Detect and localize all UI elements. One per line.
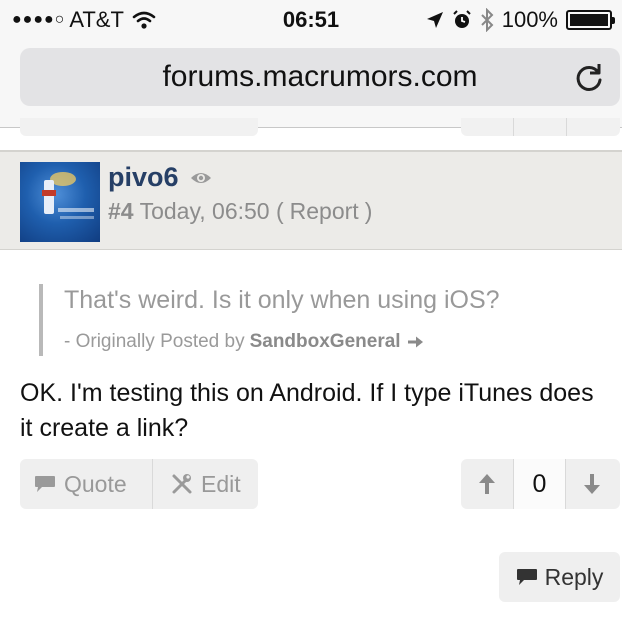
post-number[interactable]: #4 bbox=[108, 198, 134, 224]
speech-bubble-icon bbox=[35, 476, 55, 492]
eye-icon[interactable] bbox=[190, 170, 212, 186]
arrow-right-icon[interactable] bbox=[407, 335, 425, 349]
status-right: 100% bbox=[418, 6, 615, 34]
username[interactable]: pivo6 bbox=[108, 162, 179, 193]
edit-button-label[interactable]: Edit bbox=[201, 471, 241, 498]
post-header: pivo6 #4 Today, 06:50 (Report) bbox=[0, 150, 622, 250]
previous-post-action-buttons bbox=[20, 118, 258, 136]
quote-attribution: - Originally Posted by SandboxGeneral bbox=[64, 331, 425, 353]
battery-percent: 100% bbox=[501, 7, 558, 32]
vote-up-button[interactable] bbox=[461, 459, 513, 509]
quote-button-label[interactable]: Quote bbox=[64, 471, 127, 498]
location-arrow-icon bbox=[426, 12, 443, 28]
url-text[interactable]: forums.macrumors.com bbox=[20, 48, 620, 106]
battery-icon bbox=[566, 10, 615, 30]
bluetooth-icon bbox=[481, 8, 494, 32]
edit-button[interactable]: Edit bbox=[153, 459, 241, 509]
quote-text: That's weird. Is it only when using iOS? bbox=[64, 286, 500, 314]
previous-post-vote-buttons bbox=[461, 118, 620, 136]
arrow-up-icon bbox=[479, 474, 495, 494]
status-bar: ●●●●○ AT&T 06:51 100% bbox=[0, 0, 622, 40]
vote-controls: 0 bbox=[461, 459, 620, 509]
alarm-icon bbox=[453, 10, 471, 28]
vote-down-button[interactable] bbox=[566, 459, 618, 509]
post-meta: #4 Today, 06:50 (Report) bbox=[108, 198, 372, 225]
report-link[interactable]: Report bbox=[284, 198, 365, 224]
reply-button-label[interactable]: Reply bbox=[545, 564, 604, 591]
quote-button[interactable]: Quote bbox=[20, 459, 153, 509]
report-open-paren: ( bbox=[275, 198, 284, 224]
browser-toolbar: forums.macrumors.com bbox=[0, 40, 622, 128]
speech-bubble-icon bbox=[516, 569, 537, 585]
quote-author-link[interactable]: SandboxGeneral bbox=[250, 331, 401, 353]
report-close-paren: ) bbox=[364, 198, 373, 224]
tools-icon bbox=[172, 474, 192, 494]
post-action-buttons: Quote Edit bbox=[20, 459, 258, 509]
post-timestamp: Today, 06:50 bbox=[139, 198, 270, 224]
reload-icon[interactable] bbox=[572, 60, 606, 94]
quote-block: That's weird. Is it only when using iOS?… bbox=[39, 284, 599, 356]
quote-attribution-prefix: - Originally Posted by bbox=[64, 331, 245, 352]
arrow-down-icon bbox=[584, 474, 600, 494]
avatar[interactable] bbox=[20, 162, 100, 242]
vote-count: 0 bbox=[513, 459, 566, 509]
post-message: OK. I'm testing this on Android. If I ty… bbox=[20, 379, 594, 442]
url-field[interactable]: forums.macrumors.com bbox=[20, 48, 620, 106]
reply-button[interactable]: Reply bbox=[499, 552, 620, 602]
